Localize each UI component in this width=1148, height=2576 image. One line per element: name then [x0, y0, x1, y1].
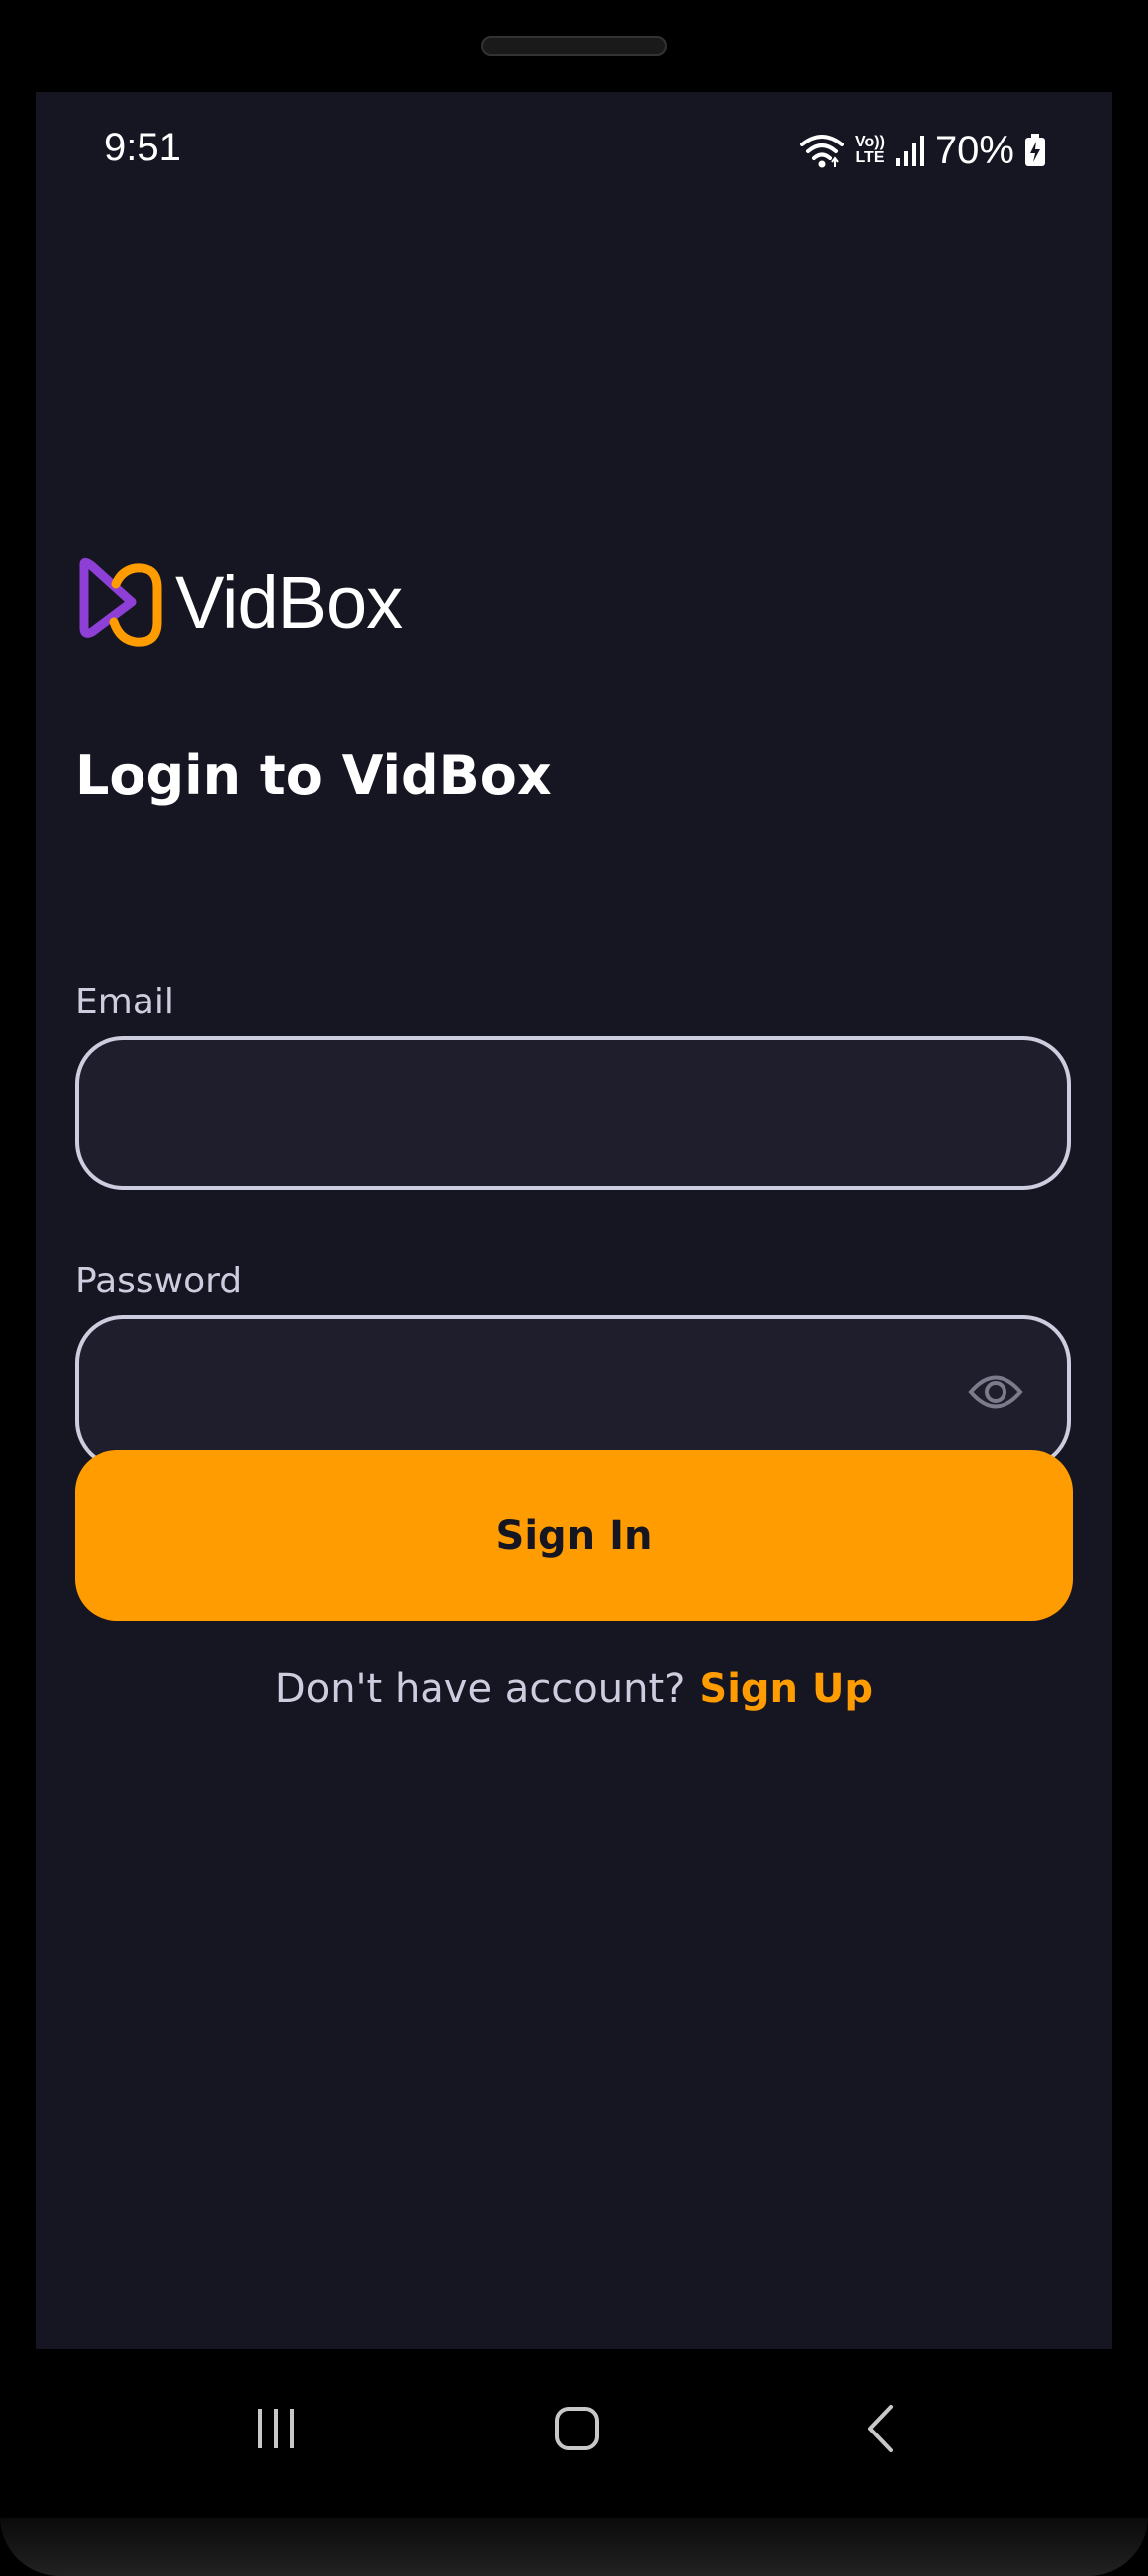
earpiece-speaker [481, 36, 667, 56]
battery-percent: 70% [934, 128, 1014, 172]
email-field-container[interactable] [75, 1036, 1071, 1190]
status-bar: 9:51 Vo)) LTE 70% [36, 92, 1112, 211]
status-icons: Vo)) LTE 70% [799, 126, 1046, 175]
battery-charging-icon [1025, 134, 1045, 166]
vidbox-logo: VidBox [74, 552, 403, 652]
signup-row: Don't have account? Sign Up [36, 1666, 1112, 1712]
logo-text: VidBox [175, 560, 403, 644]
navigation-bar [0, 2349, 1148, 2518]
nav-home-button[interactable] [532, 2389, 622, 2468]
nav-back-button[interactable] [835, 2389, 925, 2468]
sign-up-link[interactable]: Sign Up [699, 1666, 873, 1712]
app-screen: 9:51 Vo)) LTE 70% VidBox Login to VidBox… [36, 92, 1112, 2349]
wifi-icon [800, 135, 845, 168]
back-icon [868, 2405, 893, 2452]
page-title: Login to VidBox [75, 744, 552, 807]
phone-frame: 9:51 Vo)) LTE 70% VidBox Login to VidBox… [0, 0, 1148, 2576]
volte-text: Vo)) [855, 134, 885, 150]
password-field-container[interactable] [75, 1315, 1071, 1469]
recents-icon [258, 2409, 294, 2448]
volte-indicator: Vo)) LTE [855, 135, 885, 166]
bottom-bezel [0, 2518, 1148, 2576]
signup-prompt: Don't have account? [274, 1666, 686, 1712]
home-icon [555, 2407, 599, 2450]
password-label: Password [75, 1261, 243, 1301]
nav-recents-button[interactable] [231, 2389, 321, 2468]
email-field[interactable] [119, 1040, 980, 1188]
status-time: 9:51 [104, 126, 181, 169]
vidbox-logo-icon [79, 557, 162, 647]
password-field[interactable] [119, 1319, 980, 1467]
lte-text: LTE [855, 149, 885, 166]
eye-icon[interactable] [968, 1369, 1023, 1415]
signal-icon [895, 136, 924, 166]
sign-in-button[interactable]: Sign In [75, 1450, 1073, 1621]
email-label: Email [75, 982, 174, 1022]
